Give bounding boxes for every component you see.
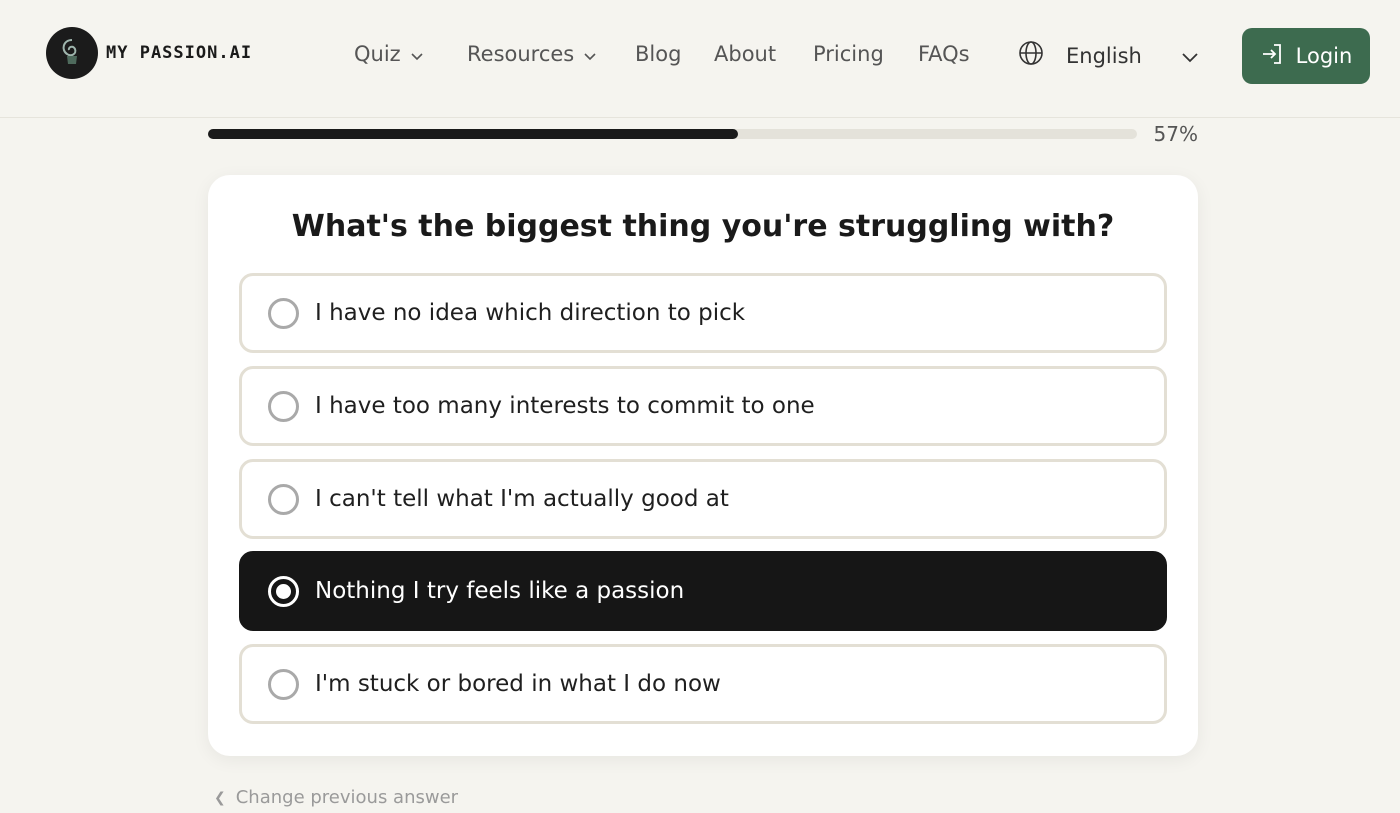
nav-blog-label: Blog xyxy=(635,42,682,66)
quiz-card: What's the biggest thing you're struggli… xyxy=(208,175,1198,756)
answer-option[interactable]: I have too many interests to commit to o… xyxy=(239,366,1167,446)
login-button[interactable]: Login xyxy=(1242,28,1370,84)
nav-blog[interactable]: Blog xyxy=(635,42,681,66)
nav-faqs[interactable]: FAQs xyxy=(918,42,970,66)
answer-label: I'm stuck or bored in what I do now xyxy=(315,671,721,697)
chevron-down-icon xyxy=(1182,44,1198,68)
chevron-down-icon xyxy=(584,42,596,66)
login-icon xyxy=(1260,42,1284,71)
progress-fill xyxy=(208,129,738,139)
back-label: Change previous answer xyxy=(235,787,459,808)
chevron-left-icon: ❮ xyxy=(214,789,226,806)
answer-option[interactable]: I'm stuck or bored in what I do now xyxy=(239,644,1167,724)
radio-icon xyxy=(268,668,299,700)
answer-label: I have no idea which direction to pick xyxy=(315,300,746,326)
radio-selected-dot xyxy=(276,583,291,599)
logo[interactable]: MY PASSION.AI xyxy=(46,27,252,79)
answer-option[interactable]: I have no idea which direction to pick xyxy=(239,273,1167,353)
progress-percent: 57% xyxy=(1153,122,1198,146)
progress-bar xyxy=(208,129,1137,139)
language-label: English xyxy=(1066,43,1142,68)
globe-icon xyxy=(1018,40,1044,71)
nav-resources-label: Resources xyxy=(467,42,575,66)
answer-label: Nothing I try feels like a passion xyxy=(315,578,685,604)
question-title: What's the biggest thing you're struggli… xyxy=(291,209,1115,244)
nav-about-label: About xyxy=(714,42,777,66)
logo-icon xyxy=(46,27,98,79)
site-header: MY PASSION.AI Quiz Resources Blog About … xyxy=(0,0,1400,118)
login-label: Login xyxy=(1295,44,1353,68)
answer-option[interactable]: Nothing I try feels like a passion xyxy=(239,551,1167,631)
nav-about[interactable]: About xyxy=(714,42,776,66)
nav-pricing-label: Pricing xyxy=(813,42,884,66)
language-selector[interactable]: English xyxy=(1018,40,1198,71)
change-previous-answer-link[interactable]: ❮ Change previous answer xyxy=(214,787,458,808)
answer-option[interactable]: I can't tell what I'm actually good at xyxy=(239,459,1167,539)
answer-label: I can't tell what I'm actually good at xyxy=(315,486,729,512)
logo-text: MY PASSION.AI xyxy=(106,43,253,63)
nav-resources[interactable]: Resources xyxy=(467,42,596,66)
radio-icon xyxy=(268,390,299,422)
nav-faqs-label: FAQs xyxy=(918,42,970,66)
nav-pricing[interactable]: Pricing xyxy=(813,42,884,66)
radio-icon xyxy=(268,483,299,515)
radio-icon xyxy=(268,297,299,329)
nav-quiz[interactable]: Quiz xyxy=(354,42,423,66)
chevron-down-icon xyxy=(411,42,423,66)
radio-icon xyxy=(268,575,299,607)
nav-quiz-label: Quiz xyxy=(354,42,401,66)
answer-label: I have too many interests to commit to o… xyxy=(315,393,815,419)
